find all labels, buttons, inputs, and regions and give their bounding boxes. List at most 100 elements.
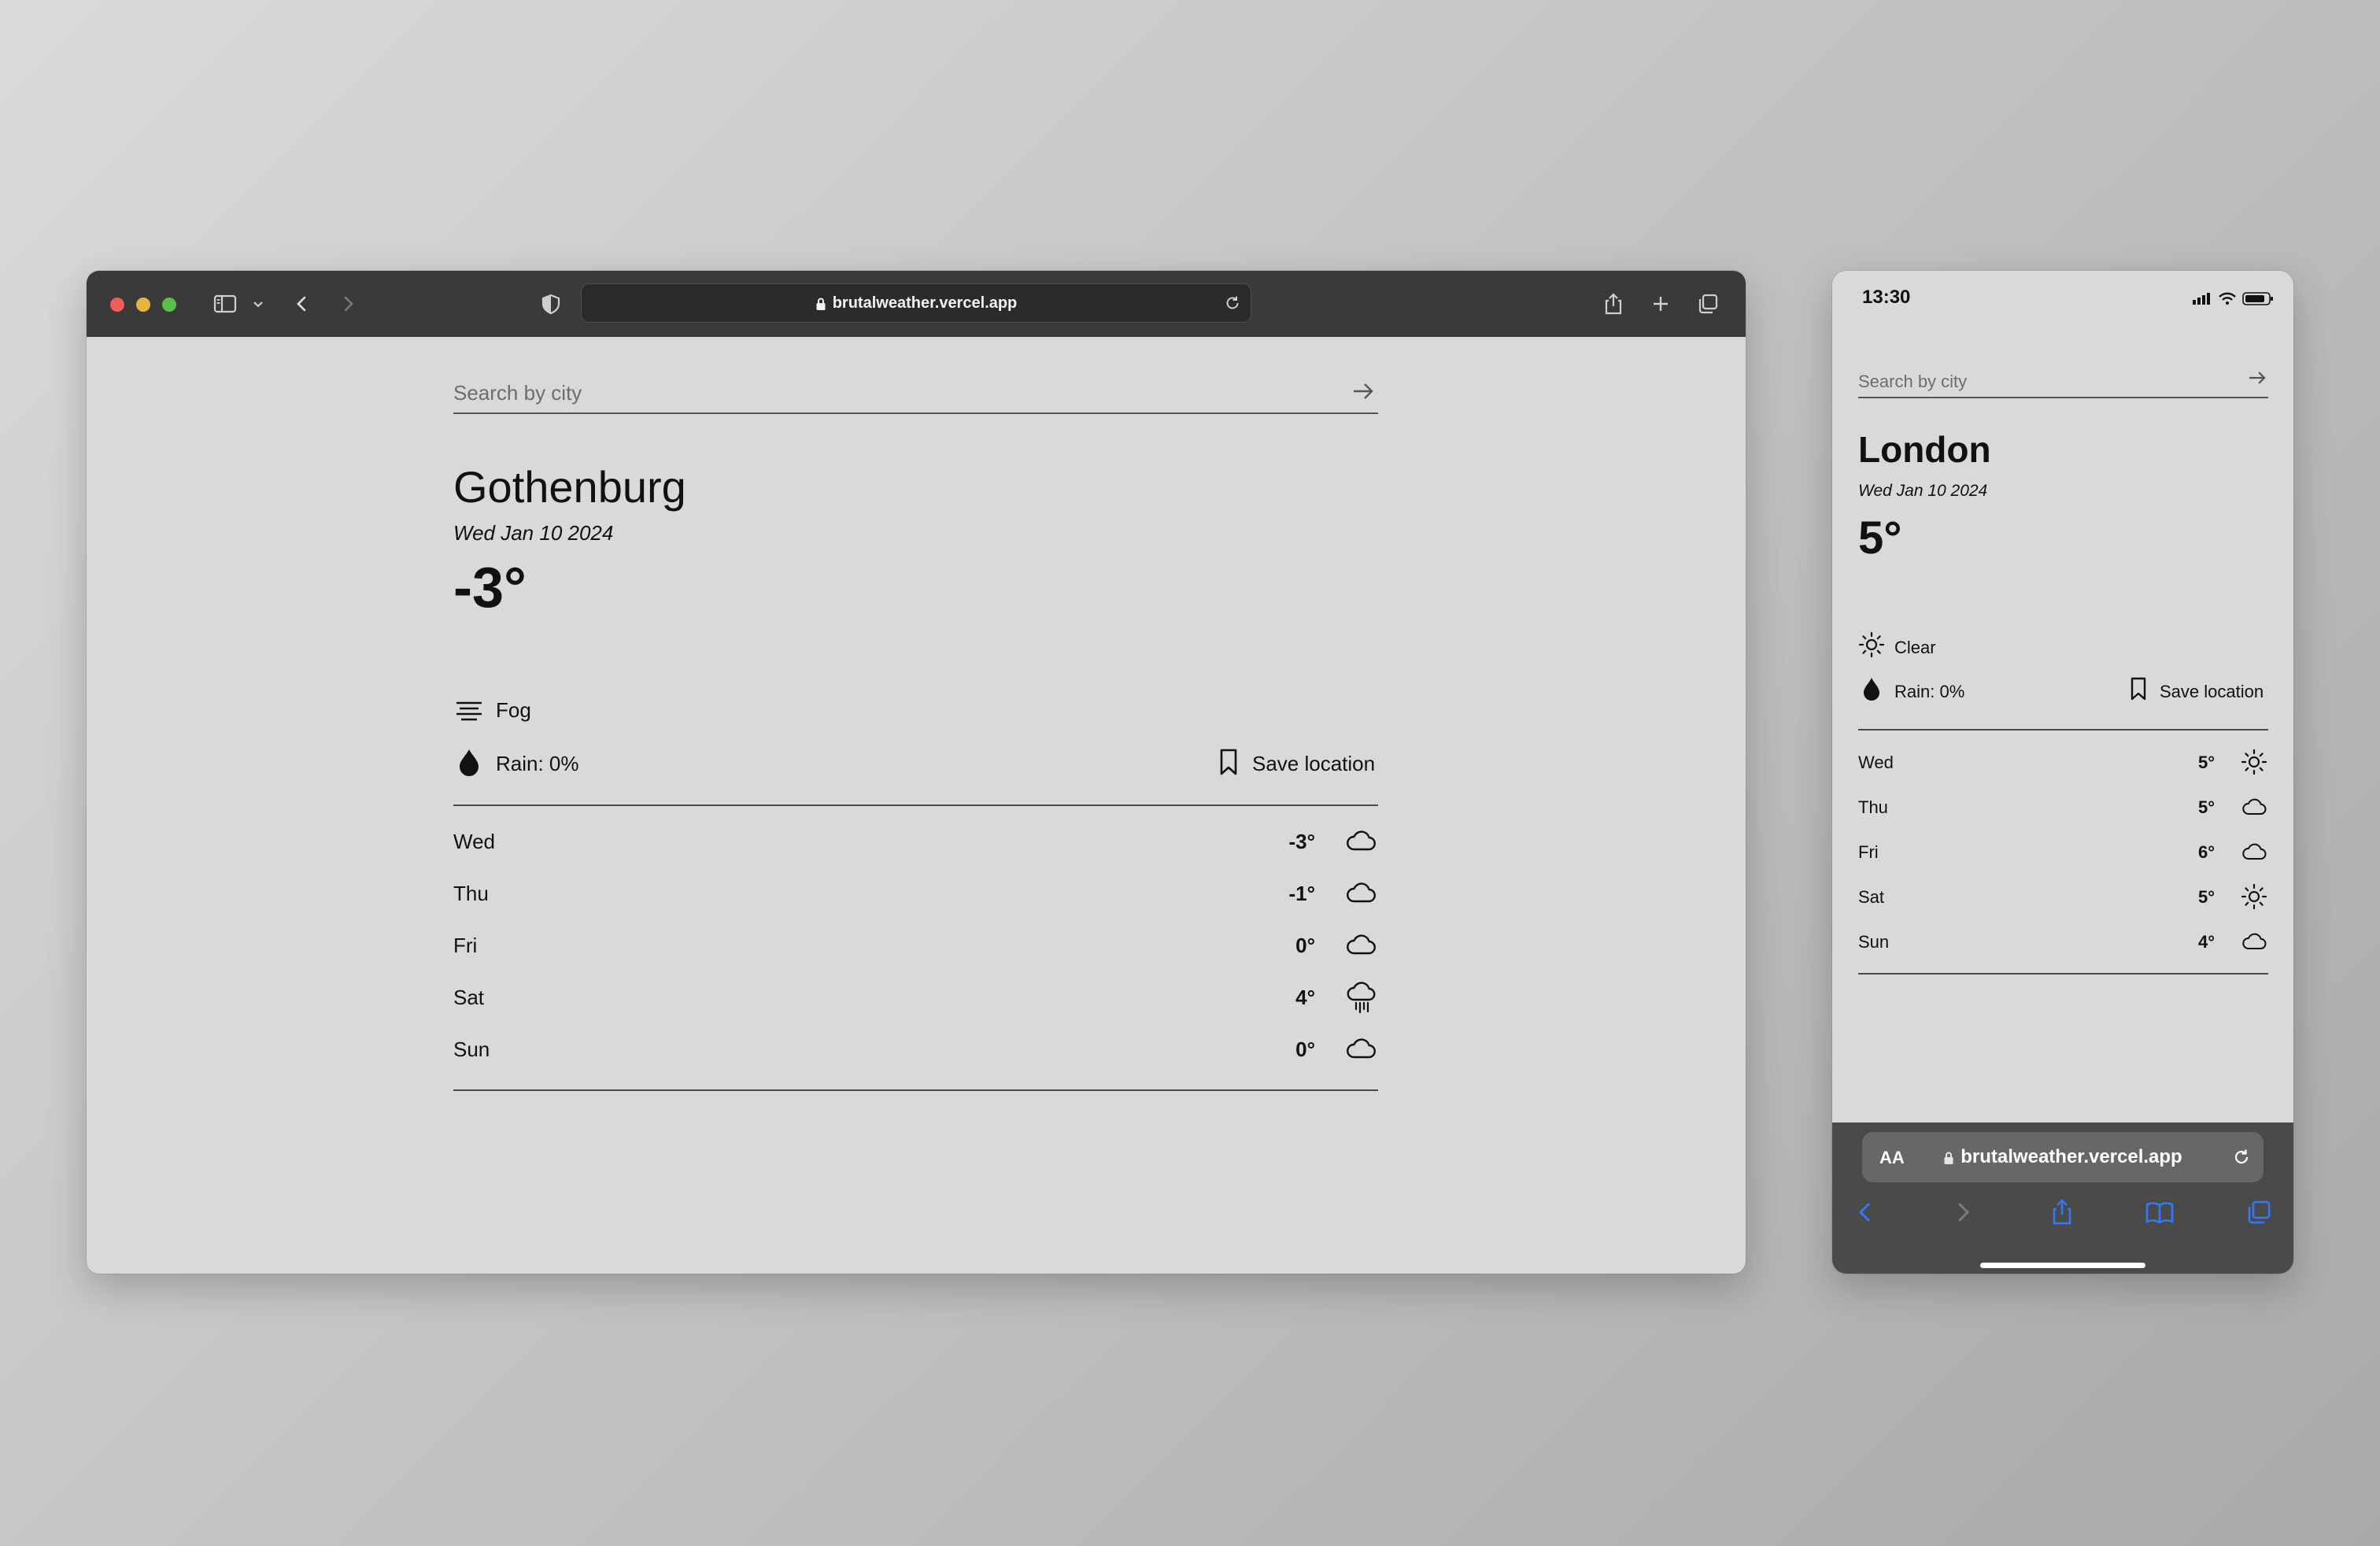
forecast-list: Wed -3° Thu -1° Fri 0° Sat 4° Sun 0° [453, 804, 1378, 1091]
cloud-icon [1343, 823, 1378, 858]
forecast-row: Thu -1° [453, 867, 1378, 919]
chevron-down-icon[interactable] [249, 290, 268, 318]
mobile-phone-frame: 13:30 Search by city London Wed Jan 10 2… [1832, 271, 2293, 1274]
share-icon[interactable] [2046, 1196, 2078, 1228]
lock-icon [815, 297, 826, 311]
sun-icon [2240, 748, 2268, 776]
forward-icon[interactable] [1947, 1196, 1979, 1228]
cloud-icon [2240, 838, 2268, 866]
condition-label: Clear [1894, 638, 1936, 657]
current-date: Wed Jan 10 2024 [453, 521, 614, 545]
condition-label: Fog [496, 698, 531, 722]
lock-icon [1943, 1151, 1954, 1165]
desktop-browser-window: brutalweather.vercel.app Search by city … [87, 271, 1746, 1274]
arrow-right-icon[interactable] [2246, 367, 2268, 389]
forecast-list: Wed 5° Thu 5° Fri 6° Sat 5° Sun 4° [1858, 729, 2268, 975]
rain-chance: Rain: 0% [496, 752, 579, 775]
forecast-row: Fri 0° [453, 919, 1378, 971]
bookmarks-icon[interactable] [2144, 1196, 2175, 1228]
reload-icon[interactable] [1222, 293, 1243, 313]
forecast-day: Sat [453, 986, 485, 1009]
raindrop-icon [1858, 675, 1885, 702]
cloud-icon [1343, 1031, 1378, 1066]
forecast-row: Wed -3° [453, 816, 1378, 867]
zoom-window-button[interactable] [162, 298, 176, 312]
search-input[interactable]: Search by city [453, 381, 582, 405]
arrow-right-icon[interactable] [1350, 378, 1377, 405]
current-temperature: 5° [1858, 512, 1902, 564]
cloud-icon [2240, 793, 2268, 821]
forecast-day: Wed [453, 830, 495, 853]
forecast-temperature: 5° [2197, 887, 2215, 907]
cloud-icon [1343, 927, 1378, 962]
forecast-day: Sun [1858, 932, 1890, 952]
save-location-label: Save location [2160, 682, 2264, 701]
new-tab-icon[interactable] [1646, 290, 1675, 318]
sun-icon [1858, 631, 1885, 658]
back-icon[interactable] [1850, 1196, 1881, 1228]
rain-cloud-icon [1343, 979, 1378, 1014]
address-bar[interactable]: brutalweather.vercel.app [581, 283, 1251, 323]
browser-toolbar: brutalweather.vercel.app [87, 271, 1746, 337]
forecast-row: Sat 5° [1858, 875, 2268, 919]
raindrop-icon [453, 746, 485, 778]
forecast-row: Fri 6° [1858, 830, 2268, 875]
tabs-icon[interactable] [2243, 1196, 2275, 1228]
status-indicators-icon [2191, 288, 2278, 309]
mobile-browser-bar: AA brutalweather.vercel.app [1832, 1123, 2293, 1274]
forecast-temperature: 5° [2197, 753, 2215, 772]
home-indicator [1980, 1263, 2145, 1268]
forward-icon[interactable] [334, 290, 362, 318]
forecast-row: Wed 5° [1858, 740, 2268, 785]
mobile-address-bar[interactable]: AA brutalweather.vercel.app [1862, 1132, 2264, 1182]
save-location-label: Save location [1252, 752, 1376, 775]
forecast-day: Fri [1858, 842, 1879, 862]
city-name: Gothenburg [453, 462, 686, 512]
forecast-temperature: 5° [2197, 797, 2215, 817]
sidebar-icon[interactable] [211, 290, 239, 318]
privacy-shield-icon[interactable] [537, 290, 565, 318]
forecast-temperature: -3° [1288, 830, 1315, 853]
search-input[interactable]: Search by city [1858, 372, 1967, 392]
forecast-temperature: 4° [2197, 932, 2215, 952]
rain-row: Rain: 0% Save location [453, 745, 1378, 779]
forecast-row: Sun 4° [1858, 919, 2268, 964]
sun-icon [2240, 882, 2268, 911]
forecast-day: Wed [1858, 753, 1894, 772]
rain-chance: Rain: 0% [1894, 682, 1965, 701]
bookmark-icon [2127, 675, 2150, 702]
city-name: London [1858, 429, 1991, 470]
forecast-day: Sun [453, 1037, 490, 1061]
rain-row: Rain: 0% Save location [1858, 675, 2268, 704]
forecast-row: Thu 5° [1858, 785, 2268, 830]
save-location-button[interactable]: Save location [1214, 745, 1378, 779]
address-url: brutalweather.vercel.app [1961, 1146, 2182, 1167]
address-url: brutalweather.vercel.app [832, 294, 1018, 312]
bookmark-icon [1214, 746, 1243, 778]
forecast-temperature: -1° [1288, 882, 1315, 905]
forecast-day: Thu [1858, 797, 1888, 817]
close-window-button[interactable] [110, 298, 124, 312]
forecast-temperature: 4° [1295, 986, 1315, 1009]
city-search-field[interactable]: Search by city [1858, 359, 2268, 398]
forecast-row: Sun 0° [453, 1023, 1378, 1075]
reload-icon[interactable] [2230, 1146, 2252, 1168]
current-date: Wed Jan 10 2024 [1858, 482, 1988, 500]
forecast-temperature: 6° [2197, 842, 2215, 862]
forecast-temperature: 0° [1295, 934, 1315, 957]
forecast-temperature: 0° [1295, 1037, 1315, 1061]
forecast-day: Sat [1858, 887, 1885, 907]
status-time: 13:30 [1862, 287, 1911, 308]
city-search-field[interactable]: Search by city [453, 370, 1378, 414]
tab-overview-icon[interactable] [1694, 290, 1722, 318]
forecast-row: Sat 4° [453, 971, 1378, 1023]
save-location-button[interactable]: Save location [2127, 675, 2268, 704]
back-icon[interactable] [288, 290, 316, 318]
forecast-day: Fri [453, 934, 478, 957]
share-icon[interactable] [1599, 290, 1628, 318]
page-content: Search by city Gothenburg Wed Jan 10 202… [87, 337, 1746, 1274]
forecast-day: Thu [453, 882, 489, 905]
fog-icon [453, 694, 485, 726]
minimize-window-button[interactable] [136, 298, 150, 312]
cloud-icon [2240, 927, 2268, 956]
